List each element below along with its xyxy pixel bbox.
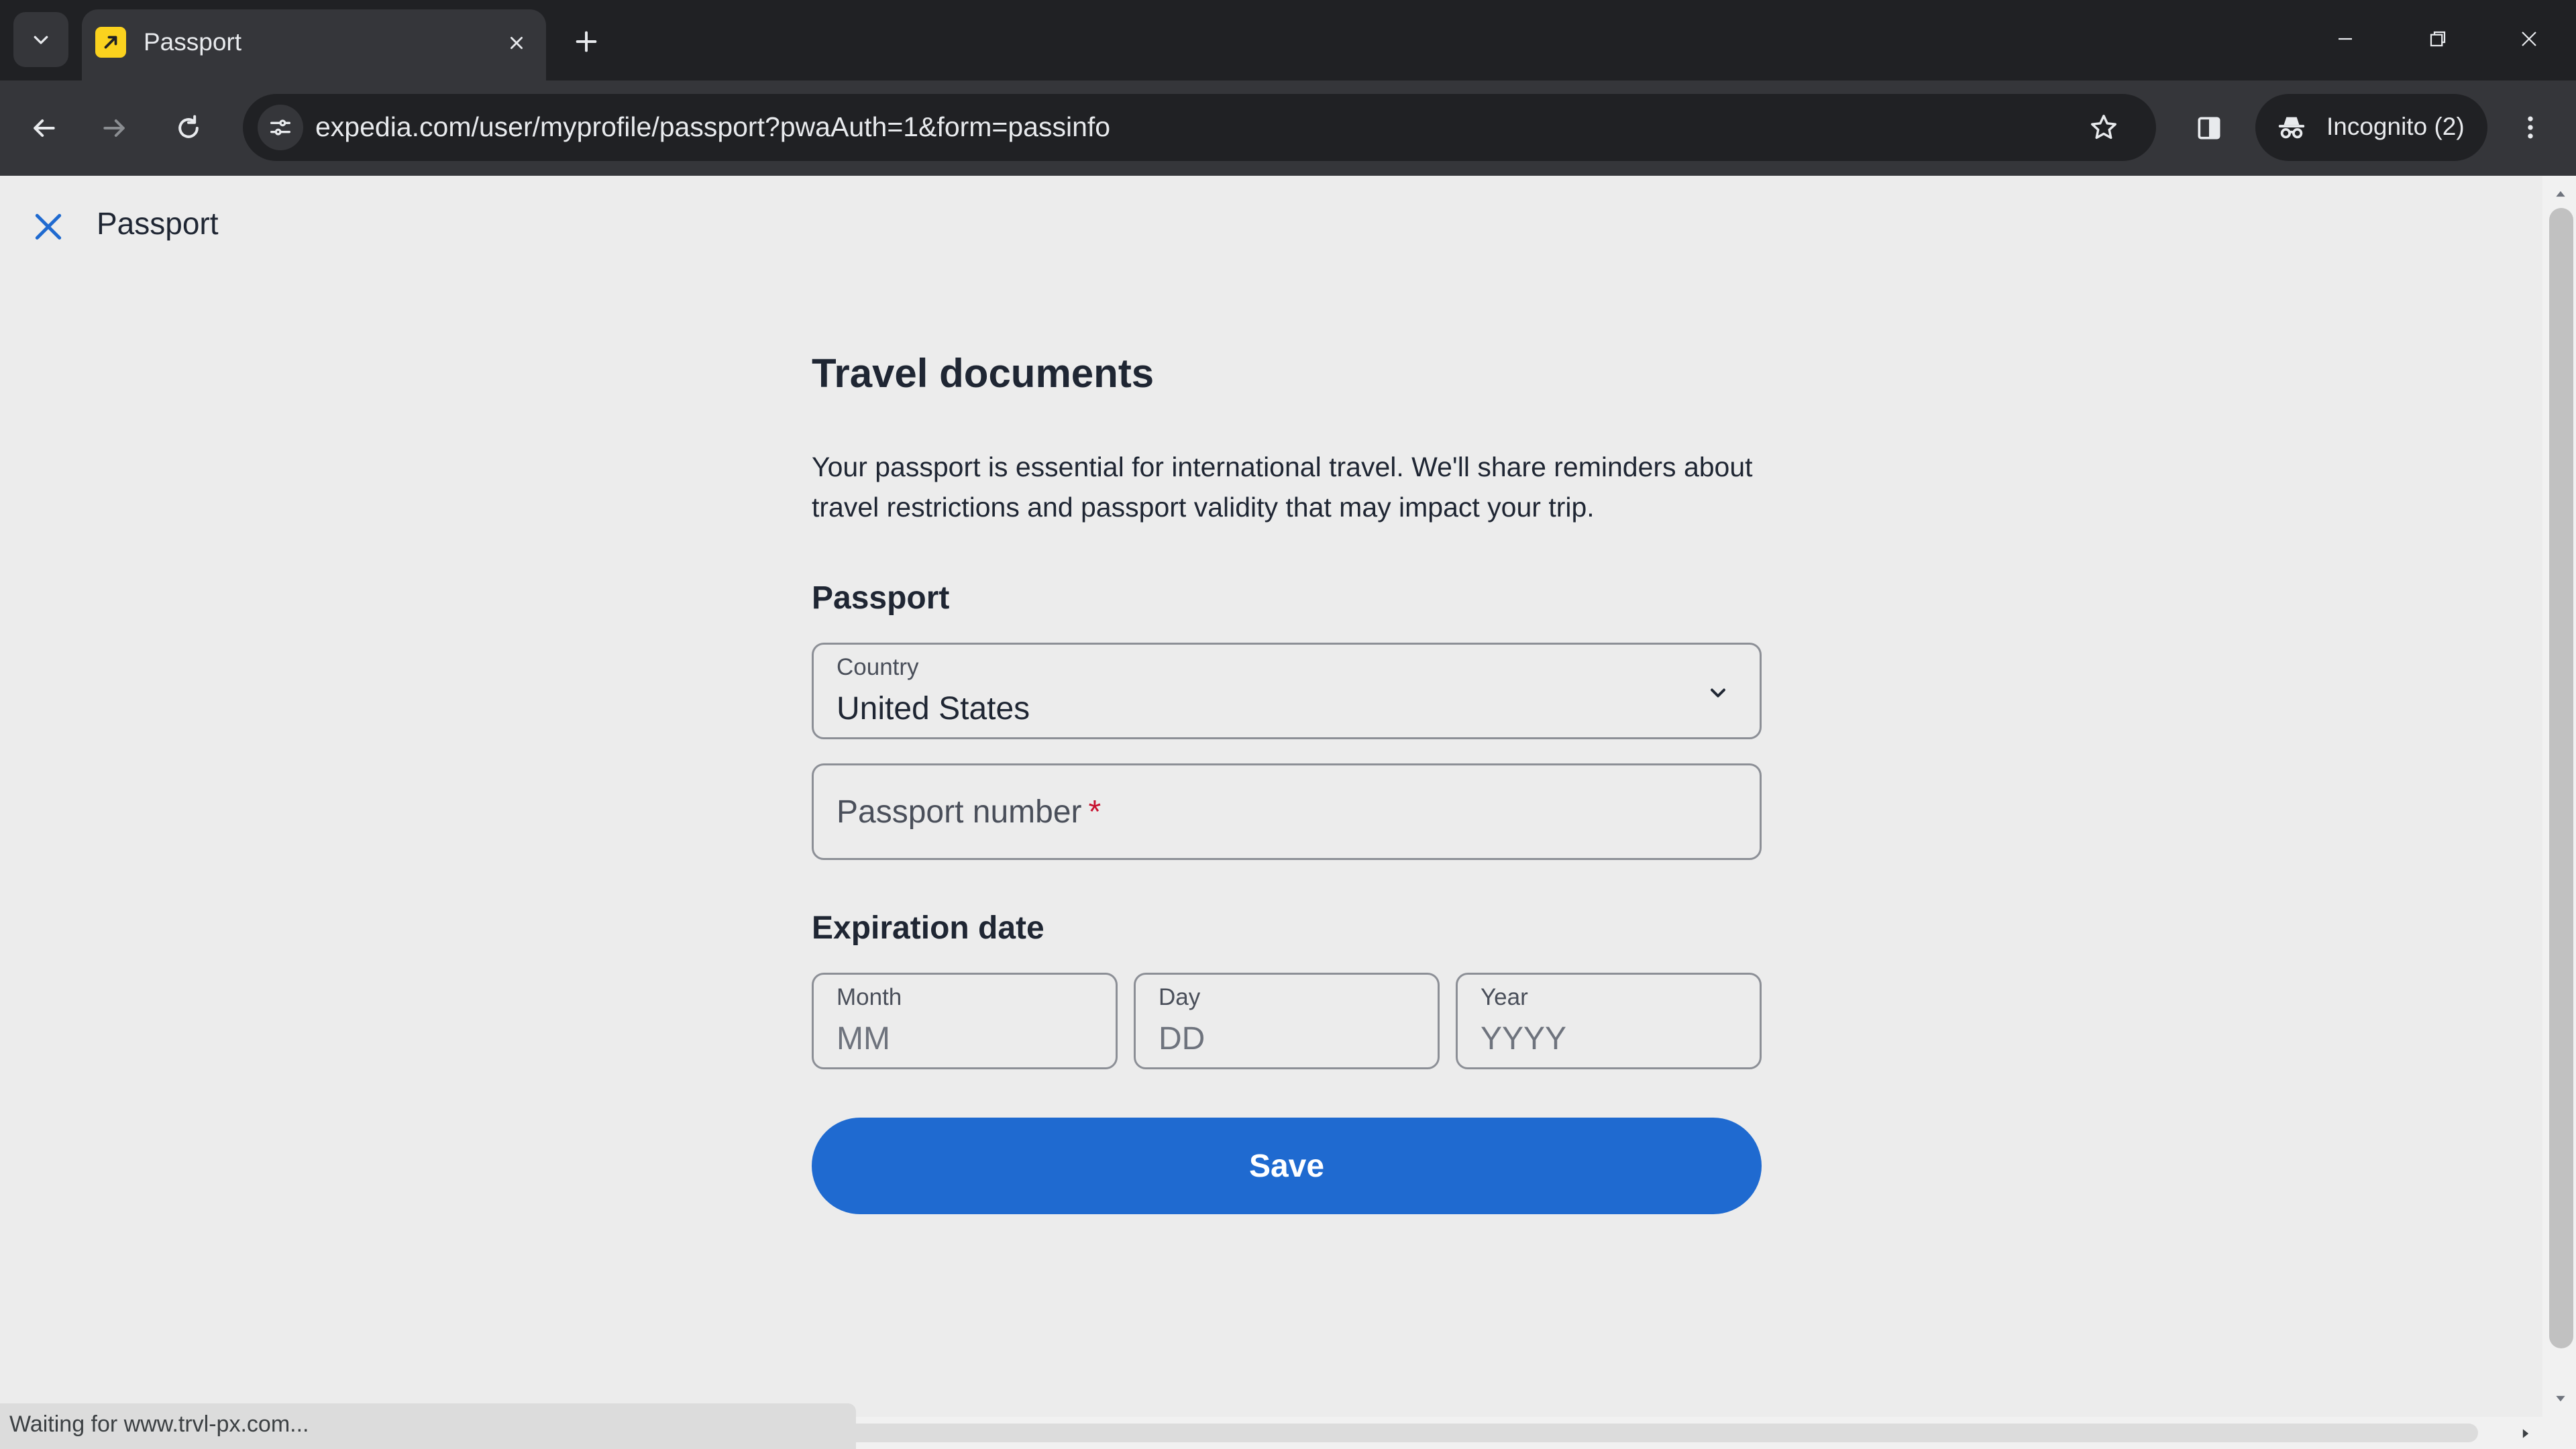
back-button[interactable] [20,105,67,152]
chevron-down-icon [34,36,48,44]
passport-number-field[interactable]: Passport number * [812,763,1762,860]
page-title: Passport [97,206,219,241]
page-content: Passport Travel documents Your passport … [0,176,2542,1417]
incognito-label: Incognito (2) [2326,113,2465,140]
year-label: Year [1481,984,1528,1010]
page-close-button[interactable] [24,203,72,251]
reload-icon [178,115,199,138]
country-select[interactable]: Country United States [812,643,1762,739]
save-button[interactable]: Save [812,1118,1762,1214]
side-panel-icon [2198,117,2220,140]
country-label: Country [837,654,919,680]
browser-tab-bar: Passport [0,0,2576,80]
browser-menu-button[interactable] [2510,107,2551,148]
form-description: Your passport is essential for internati… [812,451,1753,523]
country-value: United States [837,691,1030,727]
required-marker: * [1088,794,1102,830]
vertical-scrollbar-thumb[interactable] [2549,208,2573,1348]
expiration-section-label: Expiration date [812,910,1044,946]
side-panel-button[interactable] [2186,105,2233,152]
site-info-button[interactable] [258,105,303,150]
tab-title: Passport [144,28,242,56]
month-label: Month [837,984,902,1010]
url-text[interactable]: expedia.com/user/myprofile/passport?pwaA… [315,111,1110,143]
arrow-left-icon [34,119,55,138]
close-icon [2522,32,2536,46]
tab-search-button[interactable] [13,12,68,67]
passport-section-label: Passport [812,580,950,616]
minimize-button[interactable] [2325,19,2365,59]
reload-button[interactable] [165,105,212,152]
restore-icon [2430,31,2446,47]
expiration-year-field[interactable]: Year YYYY [1456,973,1762,1069]
minimize-icon [2339,38,2352,40]
save-button-label: Save [1248,1148,1325,1184]
scroll-up-arrow-icon[interactable] [2551,184,2571,204]
status-bubble: Waiting for www.trvl-px.com... [0,1403,856,1449]
day-placeholder: DD [1159,1021,1205,1057]
browser-tab-active[interactable]: Passport [82,9,546,80]
close-icon [35,213,62,240]
star-icon [2091,115,2116,140]
expedia-logo-icon [95,27,126,58]
plus-icon [576,31,597,52]
close-icon [511,37,523,49]
incognito-button[interactable]: Incognito (2) [2255,94,2487,161]
day-label: Day [1159,984,1201,1010]
expiration-day-field[interactable]: Day DD [1134,973,1440,1069]
window-close-button[interactable] [2509,19,2549,59]
month-placeholder: MM [837,1021,890,1057]
status-text: Waiting for www.trvl-px.com... [9,1411,309,1437]
kebab-menu-icon [2528,116,2533,139]
tab-close-button[interactable] [502,28,531,58]
expiration-month-field[interactable]: Month MM [812,973,1118,1069]
form-heading: Travel documents [812,351,1155,396]
address-bar[interactable]: expedia.com/user/myprofile/passport?pwaA… [243,94,2156,161]
scroll-right-arrow-icon[interactable] [2516,1424,2536,1444]
tune-icon [270,119,290,136]
passport-number-label: Passport number * [837,794,1102,830]
chevron-down-icon [1703,678,1733,708]
bookmark-button[interactable] [2084,107,2124,148]
scroll-down-arrow-icon[interactable] [2551,1389,2571,1409]
year-placeholder: YYYY [1481,1021,1567,1057]
forward-button[interactable] [91,105,138,152]
new-tab-button[interactable] [568,23,605,60]
arrow-right-icon [103,119,125,138]
browser-toolbar: expedia.com/user/myprofile/passport?pwaA… [0,80,2576,176]
restore-button[interactable] [2418,19,2458,59]
vertical-scrollbar[interactable] [2542,176,2576,1417]
incognito-icon [2274,110,2309,145]
